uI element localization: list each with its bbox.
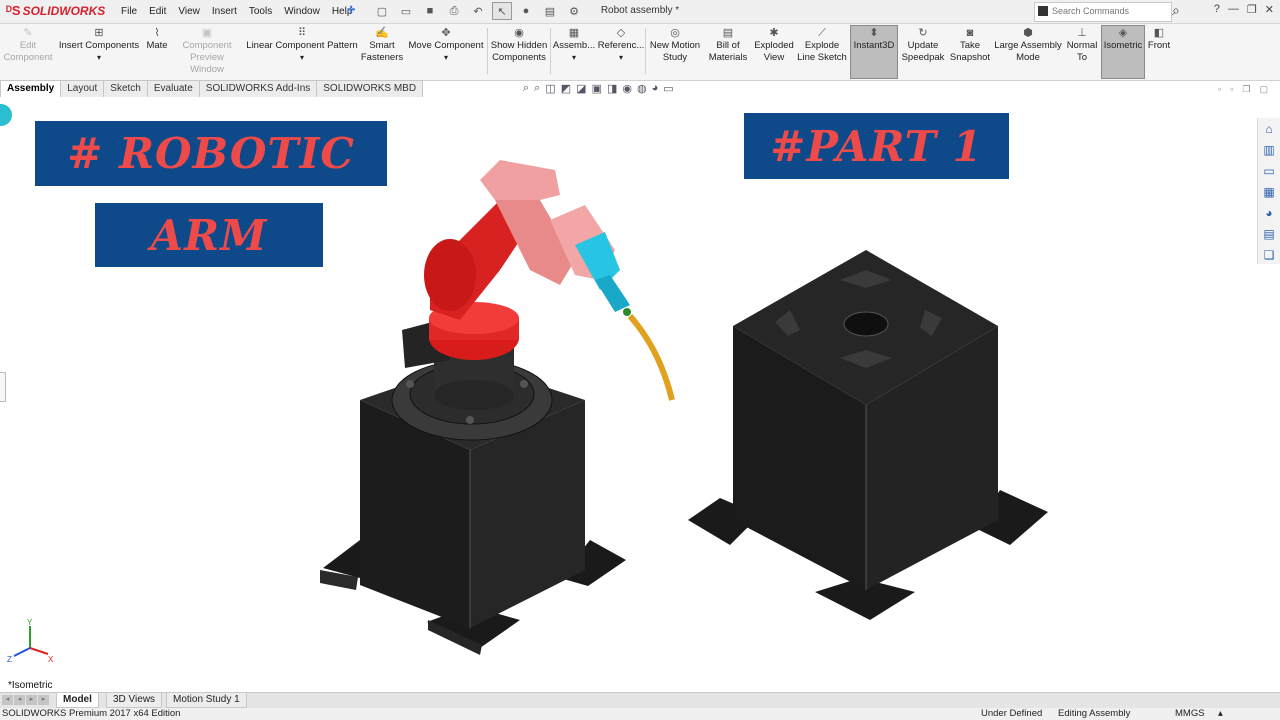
graphics-area[interactable] (0, 0, 1280, 720)
base-box-right[interactable] (688, 250, 1048, 620)
base-box-left[interactable] (320, 320, 626, 655)
reference-triad: Y X Z (7, 618, 54, 664)
view-orientation-label: *Isometric (8, 680, 53, 691)
tab-scroll-arrows: ◂ ◂ ▸ ▸ (2, 695, 49, 705)
triad-x-label: X (48, 655, 54, 664)
status-mode: Editing Assembly (1058, 708, 1131, 719)
tab-motion-study[interactable]: Motion Study 1 (166, 693, 247, 708)
status-edition: SOLIDWORKS Premium 2017 x64 Edition (2, 708, 181, 719)
triad-y-label: Y (27, 618, 33, 627)
tab-3d-views[interactable]: 3D Views (106, 693, 163, 708)
tab-model[interactable]: Model (56, 693, 99, 708)
units-dropdown-icon[interactable]: ▴ (1218, 708, 1223, 720)
status-bar: SOLIDWORKS Premium 2017 x64 Edition Unde… (0, 708, 1280, 720)
model-view-tabs: ◂ ◂ ▸ ▸ Model 3D Views Motion Study 1 (0, 692, 1280, 708)
triad-z-label: Z (7, 655, 12, 664)
next-tab-arrow-icon[interactable]: ▸ (26, 695, 37, 705)
last-tab-arrow-icon[interactable]: ▸ (38, 695, 49, 705)
prev-tab-arrow-icon[interactable]: ◂ (14, 695, 25, 705)
first-tab-arrow-icon[interactable]: ◂ (2, 695, 13, 705)
status-definition: Under Defined (981, 708, 1043, 719)
unit-system-button[interactable]: MMGS (1175, 708, 1205, 720)
